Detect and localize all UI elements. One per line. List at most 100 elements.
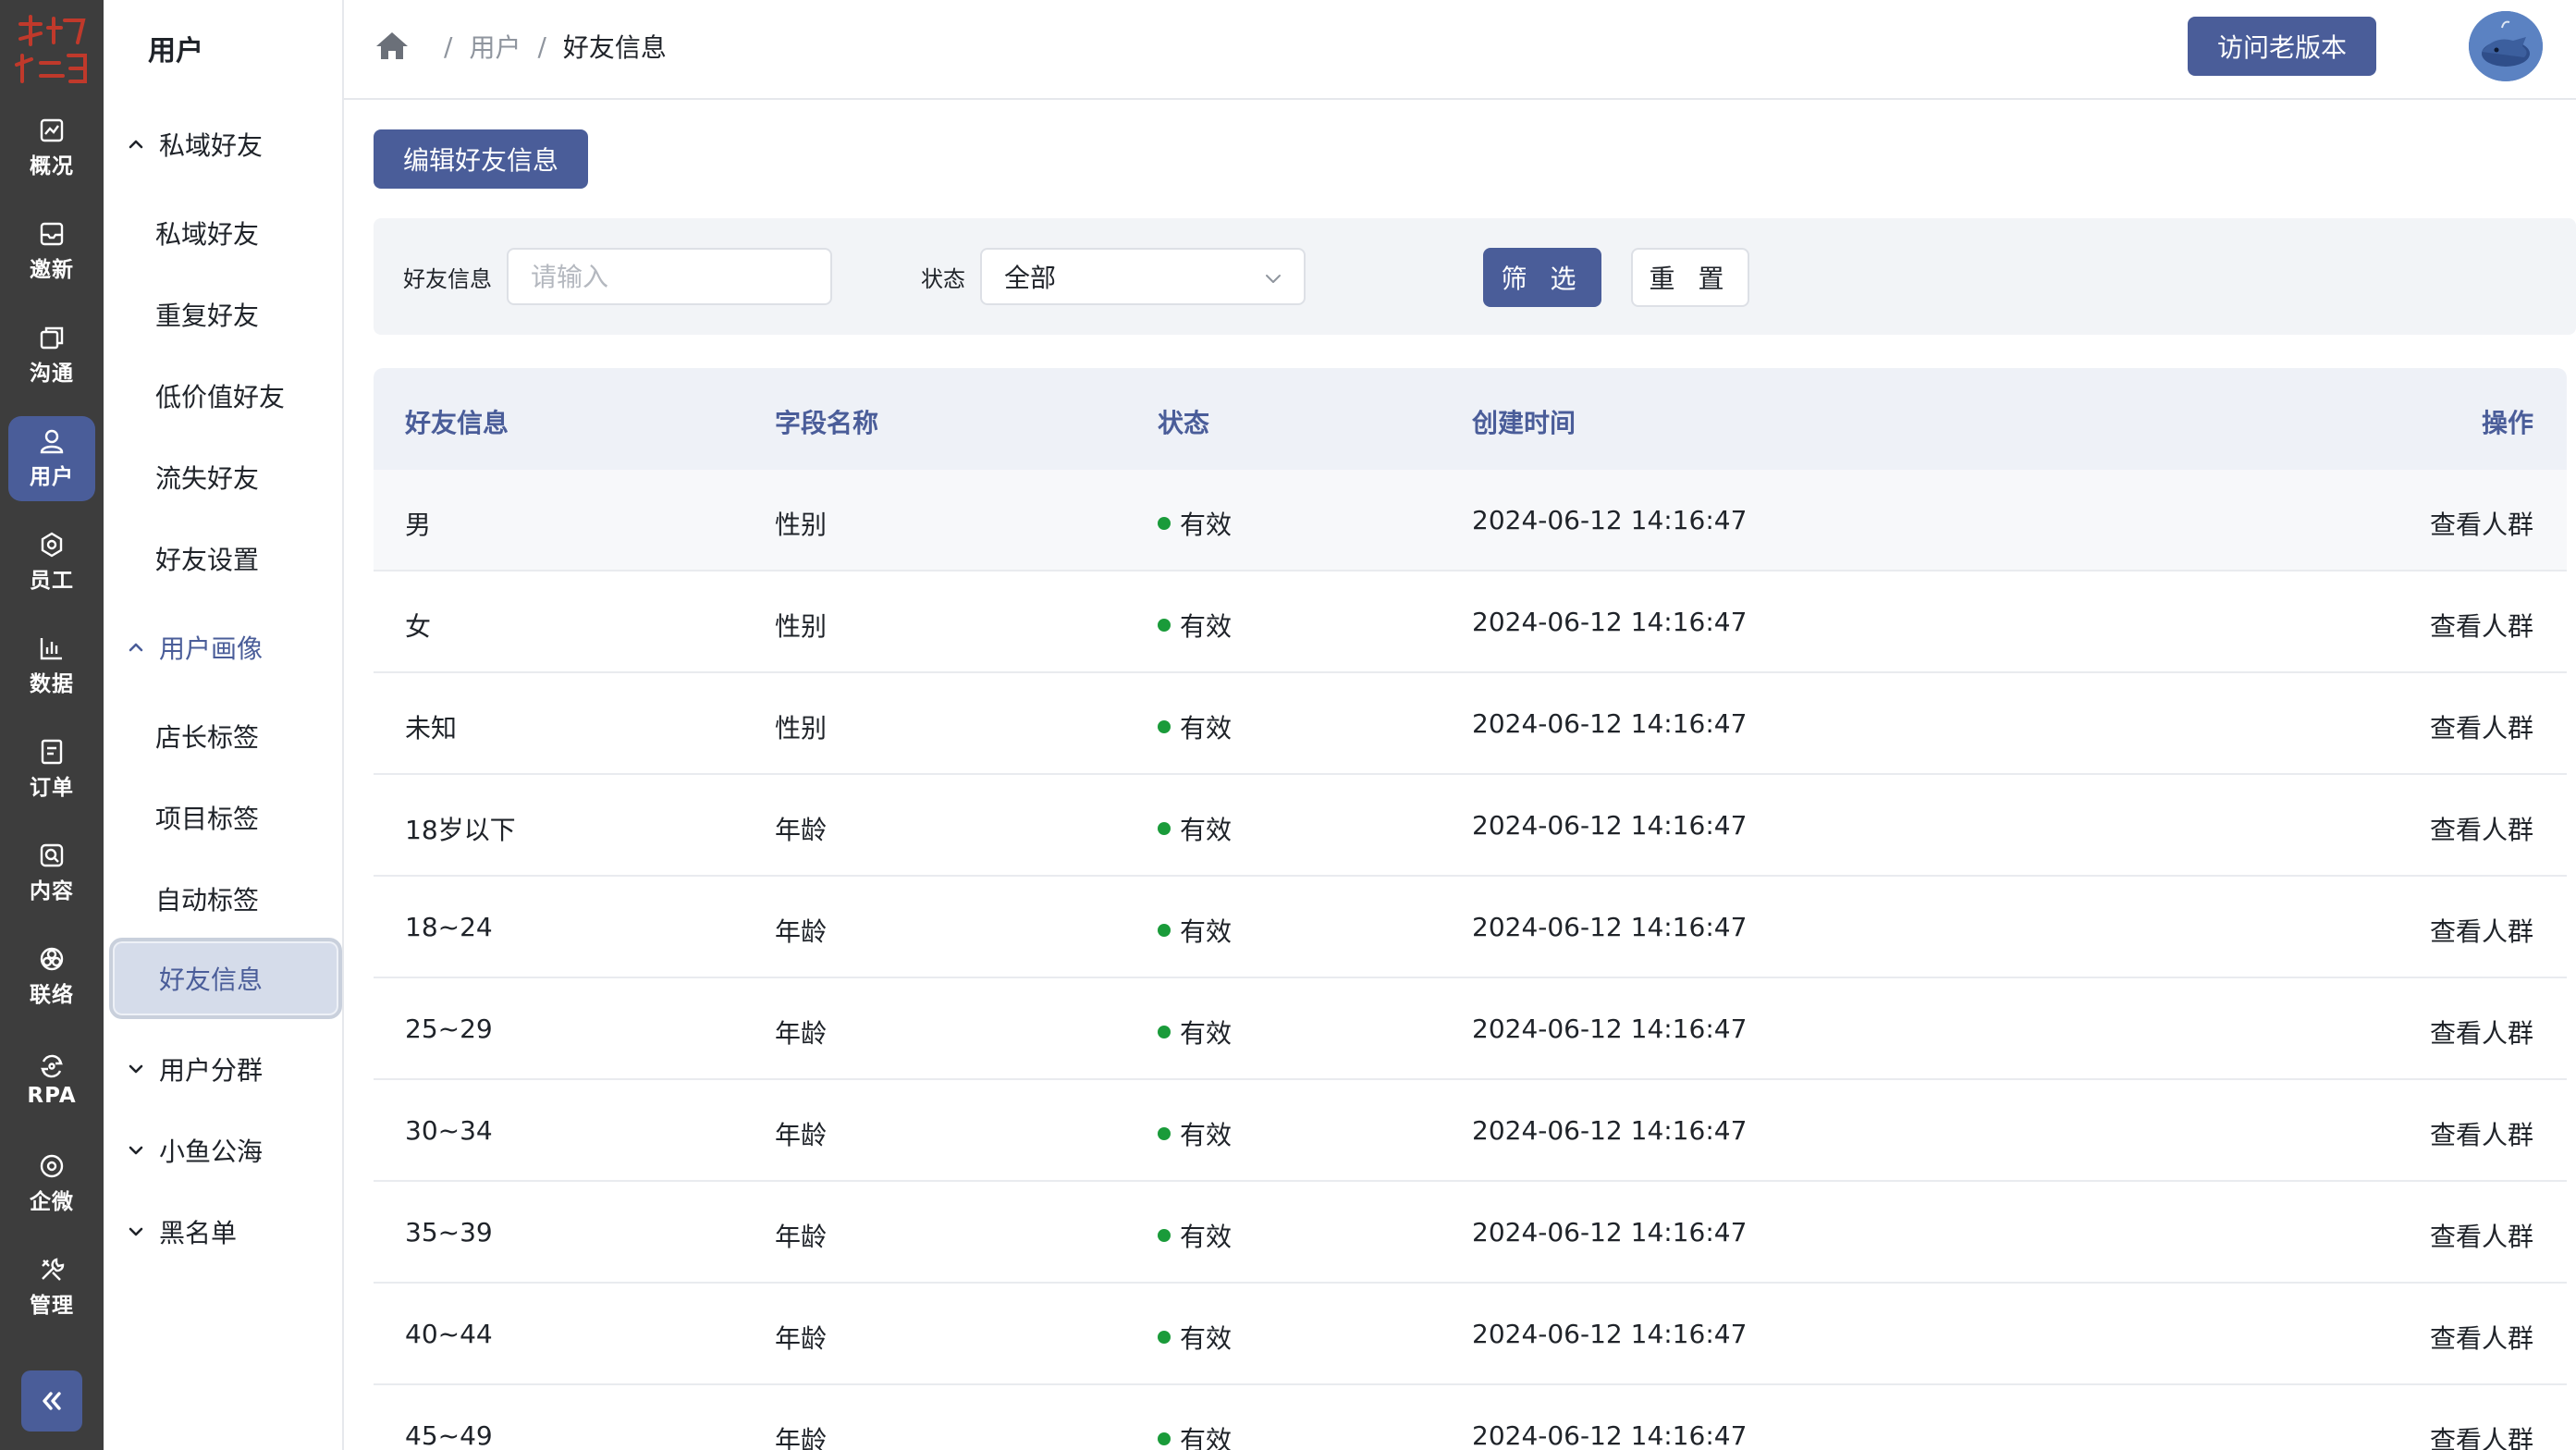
rail-item-wecom[interactable]: 企微 [8,1141,95,1226]
cell-created-time: 2024-06-12 14:16:47 [1472,912,1748,942]
cell-field-name: 年龄 [775,1018,828,1049]
edit-friend-info-button[interactable]: 编辑好友信息 [374,129,588,189]
cell-created-time: 2024-06-12 14:16:47 [1472,1420,1748,1450]
cell-created-time: 2024-06-12 14:16:47 [1472,708,1748,739]
view-crowd-link[interactable]: 查看人群 [2430,912,2533,949]
rail-item-user[interactable]: 用户 [8,416,95,501]
rail-item-content[interactable]: 内容 [8,830,95,915]
menu-group-label: 小鱼公海 [159,1137,264,1167]
menu-group-blacklist[interactable]: 黑名单 [124,1204,337,1260]
cell-field-name: 性别 [775,611,828,642]
status-text: 有效 [1180,1425,1233,1450]
rail-item-data[interactable]: 数据 [8,623,95,708]
status-dot-icon [1158,517,1171,530]
rail-label: 数据 [30,672,74,696]
menu-group-private-friends[interactable]: 私域好友 [124,117,337,172]
collapse-rail-button[interactable] [21,1370,82,1432]
view-crowd-link[interactable]: 查看人群 [2430,708,2533,745]
cell-friend-info: 30~34 [405,1115,493,1146]
cell-friend-info: 45~49 [405,1420,493,1450]
rpa-icon [41,1054,63,1078]
cell-created-time: 2024-06-12 14:16:47 [1472,1014,1748,1044]
cell-status: 有效 [1158,708,1232,745]
visit-old-version-button[interactable]: 访问老版本 [2188,17,2376,76]
view-crowd-link[interactable]: 查看人群 [2430,810,2533,847]
avatar[interactable] [2469,11,2543,81]
friend-info-table: 好友信息 字段名称 状态 创建时间 操作 男性别 有效 2024-06-12 14:… [374,368,2567,1450]
rail-label: 邀新 [30,258,74,282]
view-crowd-link[interactable]: 查看人群 [2430,1319,2533,1356]
invite-icon [40,222,64,246]
cell-field-name: 年龄 [775,1120,828,1150]
rail-item-order[interactable]: 订单 [8,727,95,812]
column-header-field: 字段名称 [775,408,879,438]
menu-group-user-profile[interactable]: 用户画像 [124,620,337,675]
rail-item-communicate[interactable]: 沟通 [8,313,95,398]
menu-item-manager-tags[interactable]: 店长标签 [109,695,342,777]
view-crowd-link[interactable]: 查看人群 [2430,1115,2533,1152]
bar-chart-icon [40,638,62,660]
cell-field-name: 年龄 [775,1323,828,1354]
rail-item-admin[interactable]: 管理 [8,1245,95,1330]
status-text: 有效 [1180,713,1233,743]
table-row: 18~24 年龄 有效 2024-06-12 14:16:47 查看人群 [374,877,2567,978]
table-header: 好友信息 字段名称 状态 创建时间 操作 [374,368,2567,470]
cell-created-time: 2024-06-12 14:16:47 [1472,1115,1748,1146]
table-row: 18岁以下 年龄 有效 2024-06-12 14:16:47 查看人群 [374,775,2567,877]
user-icon [40,429,64,454]
friend-info-input[interactable] [507,248,832,305]
breadcrumb-user[interactable]: 用户 [469,28,521,65]
cell-created-time: 2024-06-12 14:16:47 [1472,607,1748,637]
menu-item-label: 重复好友 [155,301,260,331]
avatar-image [2469,11,2543,81]
rail-label: 联络 [30,983,74,1007]
cell-friend-info: 25~29 [405,1014,493,1044]
status-select[interactable]: 全部 [980,248,1306,305]
menu-item-private-friends[interactable]: 私域好友 [109,192,342,274]
view-crowd-link[interactable]: 查看人群 [2430,607,2533,644]
menu-item-friend-settings[interactable]: 好友设置 [109,518,342,599]
home-icon[interactable] [374,28,411,65]
rail-item-overview[interactable]: 概况 [8,105,95,190]
secondary-menu: 用户 私域好友 私域好友 重复好友 低价值好友 流失好友 好友设置 用户画像 店… [104,0,344,1450]
rail-item-rpa[interactable]: RPA [8,1038,95,1123]
table-row: 25~29 年龄 有效 2024-06-12 14:16:47 查看人群 [374,978,2567,1080]
rail-label: RPA [27,1084,77,1108]
menu-item-low-value-friends[interactable]: 低价值好友 [109,355,342,436]
view-crowd-link[interactable]: 查看人群 [2430,1420,2533,1450]
breadcrumb-separator: / [444,31,453,62]
tools-icon [42,1258,65,1281]
rail-label: 管理 [30,1294,74,1318]
menu-group-user-segments[interactable]: 用户分群 [124,1041,337,1097]
rail-item-invite[interactable]: 邀新 [8,209,95,294]
view-crowd-link[interactable]: 查看人群 [2430,1014,2533,1051]
menu-item-auto-tags[interactable]: 自动标签 [109,858,342,940]
order-icon [41,739,63,765]
status-dot-icon [1158,1331,1171,1344]
cell-created-time: 2024-06-12 14:16:47 [1472,1217,1748,1247]
menu-item-friend-info[interactable]: 好友信息 [109,938,342,1019]
menu-item-label: 流失好友 [155,463,260,494]
view-crowd-link[interactable]: 查看人群 [2430,1217,2533,1254]
cell-field-name: 年龄 [775,815,828,845]
reset-button[interactable]: 重 置 [1631,248,1749,307]
menu-item-lost-friends[interactable]: 流失好友 [109,436,342,518]
rail-item-connect[interactable]: 联络 [8,934,95,1019]
status-dot-icon [1158,1432,1171,1445]
cell-field-name: 年龄 [775,1425,828,1450]
connect-icon [40,947,64,971]
double-chevron-left-icon [43,1392,61,1410]
menu-item-duplicate-friends[interactable]: 重复好友 [109,274,342,355]
menu-item-label: 自动标签 [155,885,260,915]
status-dot-icon [1158,822,1171,835]
filter-button[interactable]: 筛 选 [1483,248,1601,307]
menu-item-project-tags[interactable]: 项目标签 [109,777,342,858]
cell-created-time: 2024-06-12 14:16:47 [1472,1319,1748,1349]
menu-group-label: 用户分群 [159,1055,264,1086]
column-header-action: 操作 [2481,408,2533,438]
rail-label: 内容 [30,879,74,903]
brand-logo [15,15,87,83]
menu-group-public-pool[interactable]: 小鱼公海 [124,1123,337,1178]
rail-item-staff[interactable]: 员工 [8,520,95,605]
view-crowd-link[interactable]: 查看人群 [2430,505,2533,542]
